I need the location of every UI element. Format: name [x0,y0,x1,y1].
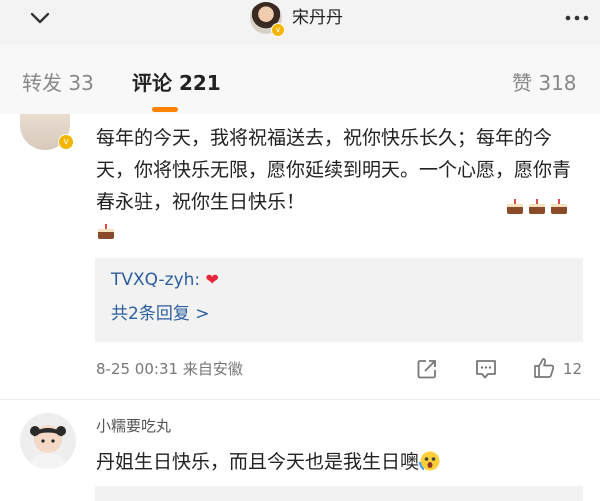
tab-comments[interactable]: 评论 221 [132,70,221,96]
comment-meta: 8-25 00:31 来自安徽 [96,358,243,380]
comment-location: 来自安徽 [182,360,243,378]
commenter-avatar[interactable]: v [20,114,74,150]
comment-time: 8-25 00:31 [96,360,179,378]
top-avatar[interactable]: v [250,2,285,37]
comment2-body: 丹姐生日快乐，而且今天也是我生日噢 [96,451,420,473]
verified-badge-icon: v [271,23,285,37]
commenter2-name[interactable]: 小糯要吃丸 [96,416,171,436]
like-thumb-icon[interactable] [532,356,556,380]
tab-likes-count: 318 [538,71,577,95]
tab-reposts[interactable]: 转发 33 [22,70,94,96]
cake-icon [98,224,114,239]
like-count: 12 [563,360,583,378]
cake-emoji-row [96,221,118,242]
tab-likes-label: 赞 [512,71,532,95]
tab-likes[interactable]: 赞 318 [512,70,577,96]
tab-comments-count: 221 [178,71,221,95]
cake-emoji-group [505,196,571,217]
commenter2-avatar[interactable] [20,413,76,469]
comment2-text: 丹姐生日快乐，而且今天也是我生日噢 [96,448,441,476]
more-dots-icon[interactable] [562,8,592,28]
tab-reposts-label: 转发 [22,71,62,95]
active-tab-indicator [152,107,178,112]
heart-icon: ❤ [205,270,219,289]
reply-preview-box[interactable] [95,486,583,501]
tab-reposts-count: 33 [68,71,94,95]
view-replies-link[interactable]: 共2条回复 > [111,302,209,326]
cake-icon [551,199,567,214]
shocked-face-icon [419,451,440,471]
cake-icon [529,199,545,214]
top-user-name[interactable]: 宋丹丹 [292,6,343,30]
reply-preview[interactable]: TVXQ-zyh: ❤ [111,268,219,292]
share-icon[interactable] [416,358,438,380]
comment-icon[interactable] [474,358,498,380]
tab-comments-label: 评论 [132,71,172,95]
cake-icon [507,199,523,214]
comment-divider [0,399,600,400]
reply-user[interactable]: TVXQ-zyh: [111,270,200,290]
chevron-down-icon[interactable] [20,6,60,30]
verified-badge-icon: v [58,134,74,150]
